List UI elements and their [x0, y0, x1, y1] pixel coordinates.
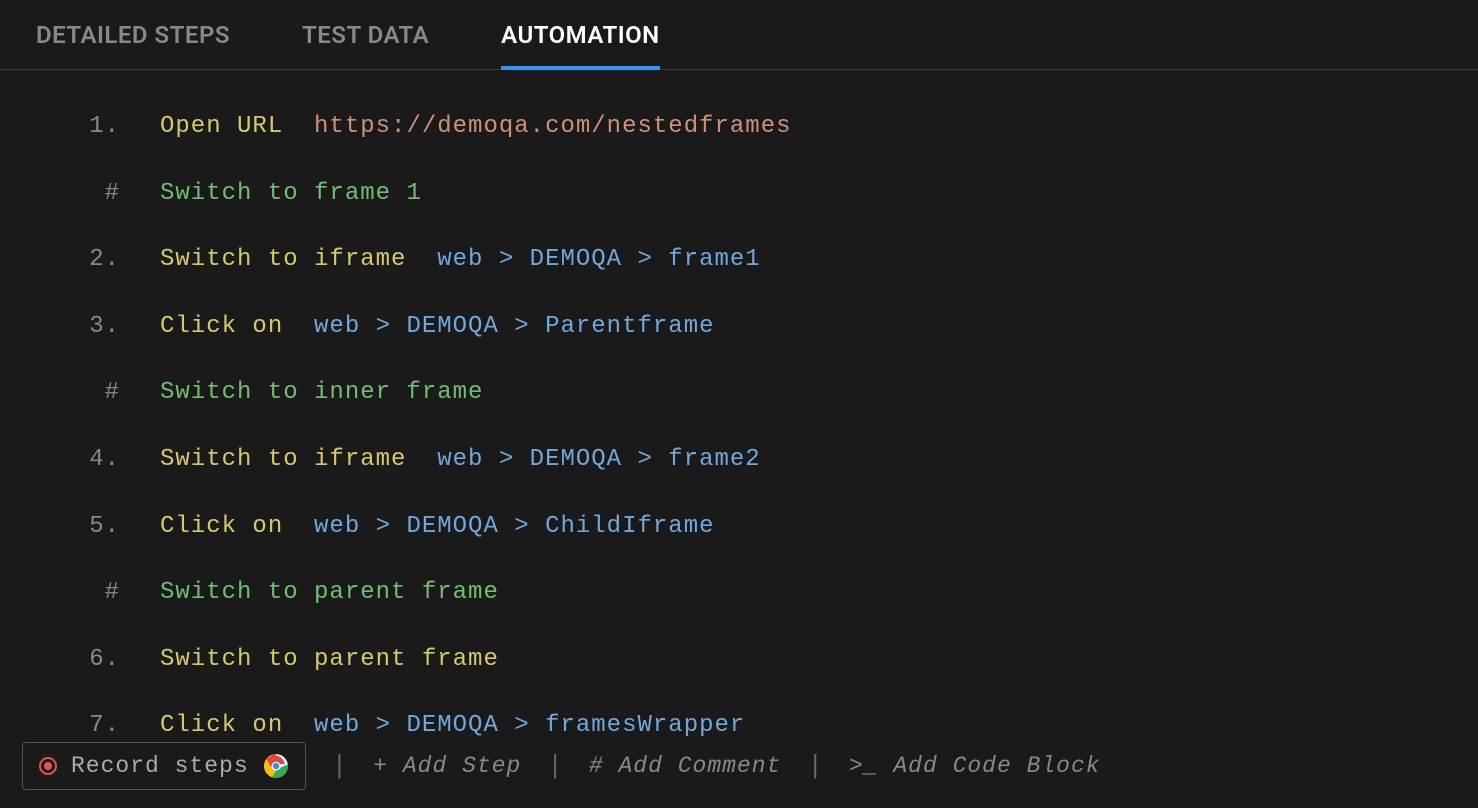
- record-icon: [39, 757, 57, 775]
- token-space: [283, 113, 314, 140]
- record-label: Record steps: [71, 753, 249, 779]
- token-action: Switch to iframe: [160, 446, 406, 473]
- line-content: Switch to parent frame: [160, 576, 1458, 610]
- token-space: [283, 712, 314, 739]
- token-space: [283, 313, 314, 340]
- code-line[interactable]: 4.Switch to iframe web > DEMOQA > frame2: [20, 443, 1458, 477]
- line-content: Click on web > DEMOQA > ChildIframe: [160, 510, 1458, 544]
- token-comment: Switch to inner frame: [160, 379, 483, 406]
- line-gutter: #: [20, 177, 160, 211]
- code-line[interactable]: 7.Click on web > DEMOQA > framesWrapper: [20, 709, 1458, 743]
- line-content: Switch to inner frame: [160, 376, 1458, 410]
- tab-automation[interactable]: AUTOMATION: [465, 0, 696, 70]
- hash-icon: #: [589, 753, 619, 779]
- code-line[interactable]: 5.Click on web > DEMOQA > ChildIframe: [20, 510, 1458, 544]
- separator: |: [306, 751, 374, 781]
- token-action: Switch to parent frame: [160, 646, 499, 673]
- code-line[interactable]: 2.Switch to iframe web > DEMOQA > frame1: [20, 243, 1458, 277]
- line-gutter: 6.: [20, 643, 160, 677]
- code-line[interactable]: 6.Switch to parent frame: [20, 643, 1458, 677]
- line-gutter: #: [20, 576, 160, 610]
- add-comment-button[interactable]: # Add Comment: [589, 753, 781, 779]
- line-gutter: 3.: [20, 310, 160, 344]
- token-action: Switch to iframe: [160, 246, 406, 273]
- line-content: Switch to iframe web > DEMOQA > frame2: [160, 443, 1458, 477]
- record-steps-button[interactable]: Record steps: [22, 742, 306, 790]
- separator: |: [781, 751, 849, 781]
- line-gutter: 7.: [20, 709, 160, 743]
- token-space: [406, 246, 437, 273]
- token-ref: web > DEMOQA > framesWrapper: [314, 712, 745, 739]
- tabs-bar: DETAILED STEPSTEST DATAAUTOMATION: [0, 0, 1478, 70]
- code-line[interactable]: 3.Click on web > DEMOQA > Parentframe: [20, 310, 1458, 344]
- tab-detailed-steps[interactable]: DETAILED STEPS: [0, 0, 266, 70]
- token-action: Click on: [160, 313, 283, 340]
- token-ref: web > DEMOQA > frame1: [437, 246, 760, 273]
- code-line[interactable]: #Switch to parent frame: [20, 576, 1458, 610]
- code-line[interactable]: #Switch to inner frame: [20, 376, 1458, 410]
- token-space: [283, 513, 314, 540]
- terminal-icon: >_: [849, 753, 893, 779]
- code-line[interactable]: #Switch to frame 1: [20, 177, 1458, 211]
- token-ref: web > DEMOQA > ChildIframe: [314, 513, 714, 540]
- token-action: Open URL: [160, 113, 283, 140]
- line-gutter: #: [20, 376, 160, 410]
- tab-test-data[interactable]: TEST DATA: [266, 0, 465, 70]
- line-gutter: 4.: [20, 443, 160, 477]
- token-action: Click on: [160, 712, 283, 739]
- line-gutter: 2.: [20, 243, 160, 277]
- line-gutter: 5.: [20, 510, 160, 544]
- footer-toolbar: Record steps | + Add Step | # Add Commen…: [22, 742, 1456, 790]
- line-content: Switch to parent frame: [160, 643, 1458, 677]
- token-comment: Switch to parent frame: [160, 579, 499, 606]
- line-content: Switch to frame 1: [160, 177, 1458, 211]
- line-content: Open URL https://demoqa.com/nestedframes: [160, 110, 1458, 144]
- code-editor[interactable]: 1.Open URL https://demoqa.com/nestedfram…: [0, 70, 1478, 743]
- add-code-block-button[interactable]: >_ Add Code Block: [849, 753, 1101, 779]
- token-comment: Switch to frame 1: [160, 180, 422, 207]
- add-step-button[interactable]: + Add Step: [373, 753, 521, 779]
- line-gutter: 1.: [20, 110, 160, 144]
- token-ref: web > DEMOQA > Parentframe: [314, 313, 714, 340]
- chrome-icon: [263, 753, 289, 779]
- token-ref: web > DEMOQA > frame2: [437, 446, 760, 473]
- line-content: Click on web > DEMOQA > Parentframe: [160, 310, 1458, 344]
- line-content: Click on web > DEMOQA > framesWrapper: [160, 709, 1458, 743]
- code-line[interactable]: 1.Open URL https://demoqa.com/nestedfram…: [20, 110, 1458, 144]
- token-action: Click on: [160, 513, 283, 540]
- token-url: https://demoqa.com/nestedframes: [314, 113, 791, 140]
- separator: |: [521, 751, 589, 781]
- line-content: Switch to iframe web > DEMOQA > frame1: [160, 243, 1458, 277]
- plus-icon: +: [373, 753, 403, 779]
- token-space: [406, 446, 437, 473]
